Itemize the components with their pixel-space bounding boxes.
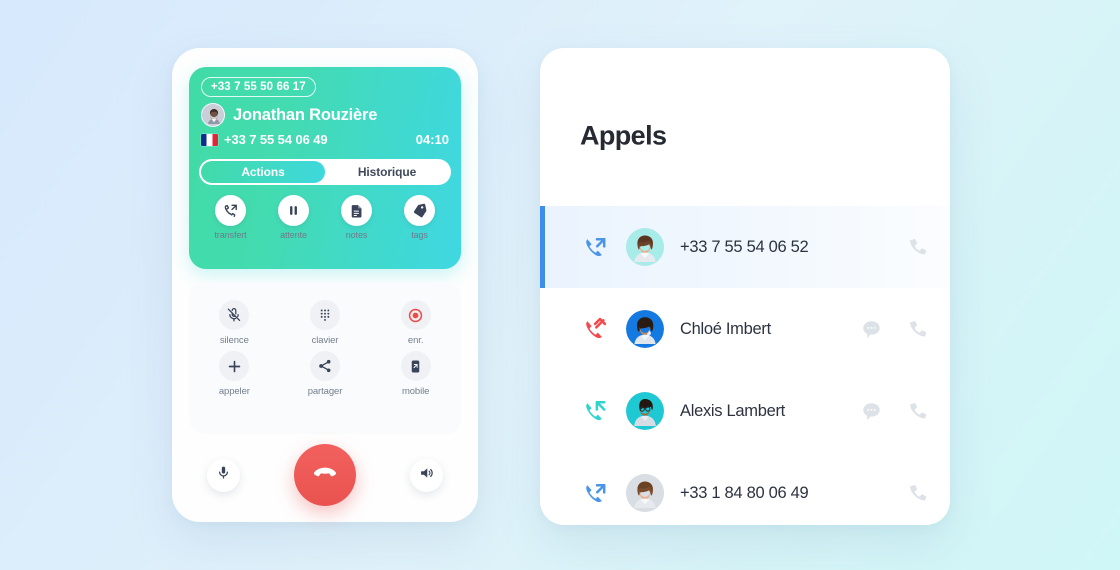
phone-icon[interactable] — [906, 236, 928, 258]
call-tabs: Actions Historique — [199, 159, 451, 185]
tab-historique[interactable]: Historique — [325, 161, 449, 183]
action-transfert-label: transfert — [214, 230, 247, 240]
chat-bubble-icon[interactable] — [860, 318, 882, 340]
control-enregistrement[interactable]: enr. — [383, 300, 449, 346]
calls-card: Appels +33 7 55 54 06 52 Chloé Imbert Al… — [540, 48, 950, 525]
call-row-label: +33 7 55 54 06 52 — [680, 237, 809, 256]
plus-icon — [219, 351, 250, 381]
phone-call-card: +33 7 55 50 66 17 Jonathan Rouzière +33 … — [172, 48, 478, 522]
phone-icon[interactable] — [906, 318, 928, 340]
speaker-icon — [419, 465, 435, 486]
call-row-actions — [860, 482, 928, 504]
call-row-actions — [860, 236, 928, 258]
page-title: Appels — [580, 120, 667, 151]
action-attente-label: attente — [280, 230, 307, 240]
caller-avatar — [201, 103, 225, 127]
chat-bubble-icon[interactable] — [860, 400, 882, 422]
record-icon — [400, 300, 431, 330]
outgoing-call-icon — [580, 233, 610, 261]
call-row[interactable]: +33 1 84 80 06 49 — [540, 452, 950, 525]
tab-actions[interactable]: Actions — [201, 161, 325, 183]
tab-actions-label: Actions — [241, 165, 285, 179]
control-mobile-label: mobile — [401, 386, 430, 397]
mic-toggle-button[interactable] — [207, 458, 240, 492]
call-row-label: Chloé Imbert — [680, 319, 771, 338]
control-appeler-label: appeler — [218, 386, 250, 397]
outgoing-call-icon — [580, 479, 610, 507]
speaker-toggle-button[interactable] — [410, 458, 443, 492]
call-bottom-bar — [189, 444, 461, 506]
caller-name: Jonathan Rouzière — [233, 105, 378, 124]
dialpad-icon — [309, 300, 340, 330]
caller-number-badge: +33 7 55 50 66 17 — [201, 77, 316, 97]
message-action-placeholder — [860, 482, 882, 504]
action-attente[interactable]: attente — [266, 195, 322, 240]
call-row-label: +33 1 84 80 06 49 — [680, 483, 809, 502]
france-flag-icon — [201, 133, 218, 146]
active-call-panel: +33 7 55 50 66 17 Jonathan Rouzière +33 … — [189, 67, 461, 269]
avatar — [626, 310, 664, 348]
call-timer: 04:10 — [415, 132, 449, 147]
control-enregistrement-label: enr. — [407, 335, 424, 346]
call-actions-row: transfert attente notes tags — [199, 191, 451, 255]
incoming-call-icon — [580, 397, 610, 425]
control-mobile[interactable]: mobile — [383, 351, 449, 397]
call-line-info: +33 7 55 54 06 49 04:10 — [201, 132, 449, 147]
phone-icon[interactable] — [906, 400, 928, 422]
transfer-call-icon — [215, 195, 246, 226]
phone-icon[interactable] — [906, 482, 928, 504]
avatar — [626, 392, 664, 430]
control-clavier[interactable]: clavier — [292, 300, 358, 346]
microphone-icon — [216, 465, 231, 485]
document-icon — [341, 195, 372, 226]
tag-icon — [404, 195, 435, 226]
caller-identity: Jonathan Rouzière — [201, 103, 377, 127]
missed-call-icon — [580, 315, 610, 343]
call-row[interactable]: Alexis Lambert — [540, 370, 950, 452]
tab-historique-label: Historique — [357, 165, 417, 179]
control-silence-label: silence — [219, 335, 249, 346]
call-row[interactable]: +33 7 55 54 06 52 — [540, 206, 950, 288]
hangup-phone-icon — [311, 459, 339, 492]
pause-icon — [278, 195, 309, 226]
control-partager[interactable]: partager — [292, 351, 358, 397]
action-tags-label: tags — [411, 230, 428, 240]
action-notes[interactable]: notes — [329, 195, 385, 240]
mobile-phone-icon — [400, 351, 431, 381]
call-line-number: +33 7 55 54 06 49 — [224, 132, 328, 147]
control-appeler[interactable]: appeler — [201, 351, 267, 397]
call-row-actions — [860, 400, 928, 422]
control-clavier-label: clavier — [311, 335, 339, 346]
calls-list: +33 7 55 54 06 52 Chloé Imbert Alexis La… — [540, 206, 950, 525]
control-partager-label: partager — [307, 386, 343, 397]
avatar — [626, 228, 664, 266]
microphone-muted-icon — [219, 300, 250, 330]
message-action-placeholder — [860, 236, 882, 258]
action-notes-label: notes — [345, 230, 368, 240]
call-row-label: Alexis Lambert — [680, 401, 785, 420]
call-row[interactable]: Chloé Imbert — [540, 288, 950, 370]
avatar — [626, 474, 664, 512]
call-row-actions — [860, 318, 928, 340]
call-controls-panel: silence clavier enr. appeler partager mo… — [189, 282, 461, 434]
control-silence[interactable]: silence — [201, 300, 267, 346]
hangup-button[interactable] — [294, 444, 356, 506]
action-tags[interactable]: tags — [392, 195, 448, 240]
action-transfert[interactable]: transfert — [203, 195, 259, 240]
caller-number-badge-text: +33 7 55 50 66 17 — [211, 81, 306, 93]
share-icon — [309, 351, 340, 381]
